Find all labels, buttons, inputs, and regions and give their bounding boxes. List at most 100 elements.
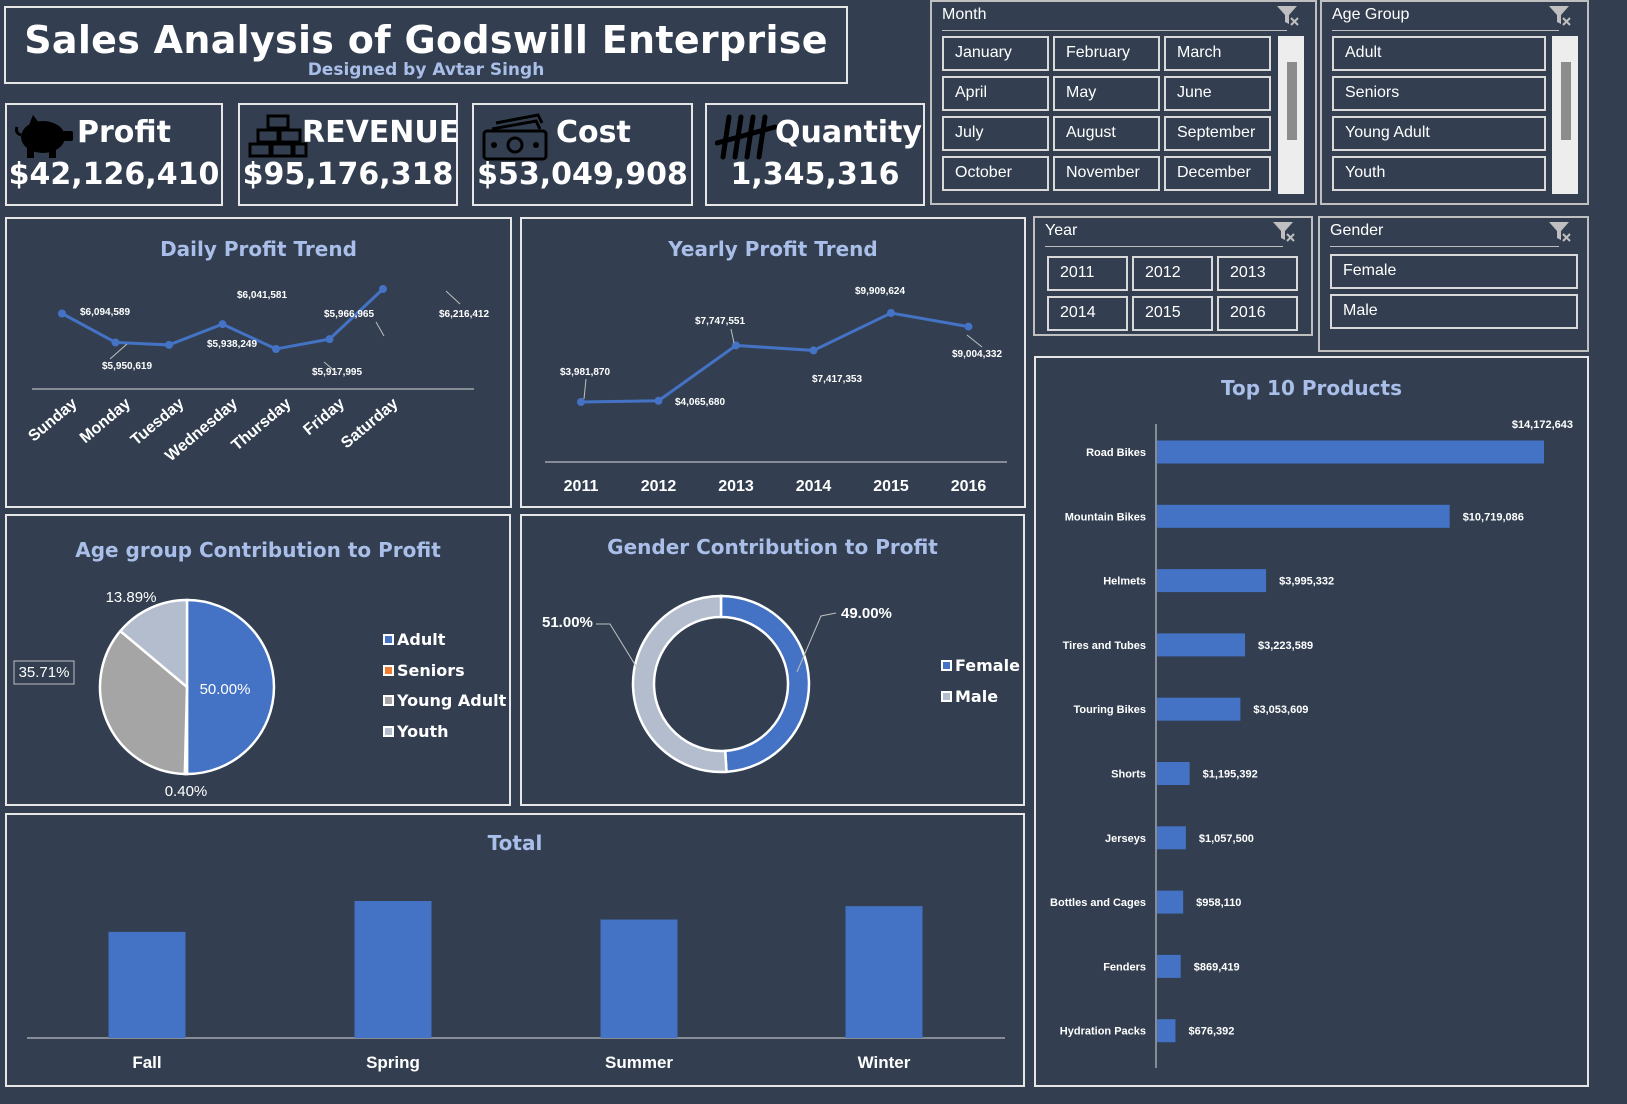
slicer-item-gender[interactable]: Male	[1330, 294, 1578, 329]
bar	[1157, 954, 1181, 978]
data-label: $7,417,353	[812, 374, 862, 385]
month-slicer: Month January February March April May J…	[930, 0, 1317, 205]
clear-filter-icon[interactable]	[1271, 220, 1297, 244]
slicer-item-age-group[interactable]: Young Adult	[1332, 116, 1546, 151]
data-point	[272, 345, 280, 353]
data-label: $5,950,619	[102, 361, 152, 372]
bar	[1157, 633, 1246, 657]
bar	[600, 919, 678, 1038]
kpi-profit-value: $42,126,410	[8, 157, 220, 192]
tick-label: 2011	[564, 478, 599, 495]
cash-icon	[482, 113, 548, 161]
slicer-item-age-group[interactable]: Adult	[1332, 36, 1546, 71]
yearly-profit-svg: $3,981,870 $4,065,680 $7,747,551 $7,417,353…	[545, 286, 1007, 495]
legend-label: Young Adult	[397, 691, 507, 710]
data-label: 0.40%	[165, 783, 208, 800]
slicer-item-age-group[interactable]: Youth	[1332, 156, 1546, 191]
slicer-item-month[interactable]: September	[1164, 116, 1271, 151]
scrollbar-thumb[interactable]	[1561, 62, 1571, 140]
tick-label: Mountain Bikes	[1065, 511, 1146, 523]
data-point	[809, 346, 818, 355]
slicer-item-month[interactable]: November	[1053, 156, 1160, 191]
tick-label: Saturday	[338, 395, 401, 452]
tick-label: Winter	[858, 1053, 911, 1072]
series-line	[580, 311, 969, 404]
tally-icon	[715, 114, 777, 160]
slicer-item-month[interactable]: October	[942, 156, 1049, 191]
tick-label: 2015	[873, 478, 909, 495]
clear-filter-icon[interactable]	[1547, 220, 1573, 244]
scrollbar-thumb[interactable]	[1287, 62, 1297, 140]
slicer-item-month[interactable]: March	[1164, 36, 1271, 71]
month-slicer-scrollbar[interactable]	[1278, 36, 1304, 194]
slicer-item-gender[interactable]: Female	[1330, 254, 1578, 289]
bar	[108, 931, 186, 1038]
data-label: $1,195,392	[1203, 769, 1258, 781]
kpi-revenue-label: REVENUE	[302, 115, 460, 150]
legend-label: Male	[955, 687, 999, 706]
data-label: $5,917,995	[312, 367, 362, 378]
title-panel: Sales Analysis of Godswill Enterprise De…	[4, 6, 848, 84]
slicer-item-year[interactable]: 2015	[1132, 296, 1213, 331]
data-label: $6,216,412	[439, 309, 489, 320]
slicer-item-year[interactable]: 2014	[1047, 296, 1128, 331]
slicer-item-year[interactable]: 2012	[1132, 256, 1213, 291]
data-point	[325, 335, 334, 344]
tick-label: Summer	[605, 1053, 673, 1072]
data-label: $3,981,870	[560, 367, 610, 378]
data-point	[111, 338, 120, 347]
tick-label: Shorts	[1111, 769, 1146, 781]
leader-line	[730, 328, 735, 344]
legend-swatch	[383, 634, 394, 645]
data-label: 50.00%	[200, 681, 251, 698]
slicer-item-month[interactable]: July	[942, 116, 1049, 151]
kpi-card-quantity: Quantity 1,345,316	[705, 103, 925, 206]
age-group-pie-svg: 50.00% 0.40% 35.71% 13.89%	[13, 589, 276, 800]
slicer-item-age-group[interactable]: Seniors	[1332, 76, 1546, 111]
legend-swatch	[941, 691, 952, 702]
age-group-slicer: Age Group Adult Seniors Young Adult Yout…	[1320, 0, 1589, 205]
slicer-item-month[interactable]: June	[1164, 76, 1271, 111]
month-slicer-header: Month	[942, 6, 987, 23]
tick-label: 2012	[641, 478, 677, 495]
data-label: $9,004,332	[952, 349, 1002, 360]
dashboard-subtitle: Designed by Avtar Singh	[307, 60, 545, 80]
donut-slice	[719, 594, 811, 774]
legend-item: Youth	[383, 722, 449, 741]
slicer-divider	[1330, 246, 1559, 247]
data-point	[218, 320, 227, 329]
season-total-svg: Fall Spring Summer Winter	[27, 901, 1005, 1072]
data-label: 13.89%	[106, 589, 157, 606]
data-label: $958,110	[1196, 897, 1241, 909]
data-label: $14,172,643	[1512, 419, 1573, 431]
slicer-item-month[interactable]: January	[942, 36, 1049, 71]
tick-label: Fall	[132, 1053, 161, 1072]
slicer-item-month[interactable]: April	[942, 76, 1049, 111]
kpi-card-profit: Profit $42,126,410	[5, 103, 223, 206]
leader-line	[966, 334, 983, 348]
slicer-item-year[interactable]: 2016	[1217, 296, 1298, 331]
slicer-divider	[1045, 246, 1283, 247]
donut-slice	[631, 594, 728, 774]
leader-line	[445, 290, 461, 305]
bar	[1157, 504, 1450, 528]
data-label: $5,938,249	[207, 339, 257, 350]
clear-filter-icon[interactable]	[1275, 4, 1301, 28]
tick-label: Monday	[77, 395, 134, 447]
data-label: $869,419	[1194, 961, 1240, 973]
age-group-slicer-scrollbar[interactable]	[1552, 36, 1578, 194]
daily-profit-svg: $6,094,589 $5,950,619 $5,938,249 $6,041,581…	[25, 285, 489, 465]
kpi-card-cost: Cost $53,049,908	[472, 103, 693, 206]
age-group-slicer-header: Age Group	[1332, 6, 1410, 23]
gold-bars-icon	[248, 114, 308, 158]
slicer-item-month[interactable]: February	[1053, 36, 1160, 71]
slicer-item-year[interactable]: 2011	[1047, 256, 1128, 291]
slicer-item-month[interactable]: August	[1053, 116, 1160, 151]
slicer-item-month[interactable]: May	[1053, 76, 1160, 111]
age-group-pie-chart: Age group Contribution to Profit 50.00% 0…	[5, 514, 511, 806]
slicer-item-year[interactable]: 2013	[1217, 256, 1298, 291]
slicer-item-month[interactable]: December	[1164, 156, 1271, 191]
legend-item: Male	[941, 687, 998, 706]
clear-filter-icon[interactable]	[1547, 4, 1573, 28]
data-point	[654, 396, 663, 405]
